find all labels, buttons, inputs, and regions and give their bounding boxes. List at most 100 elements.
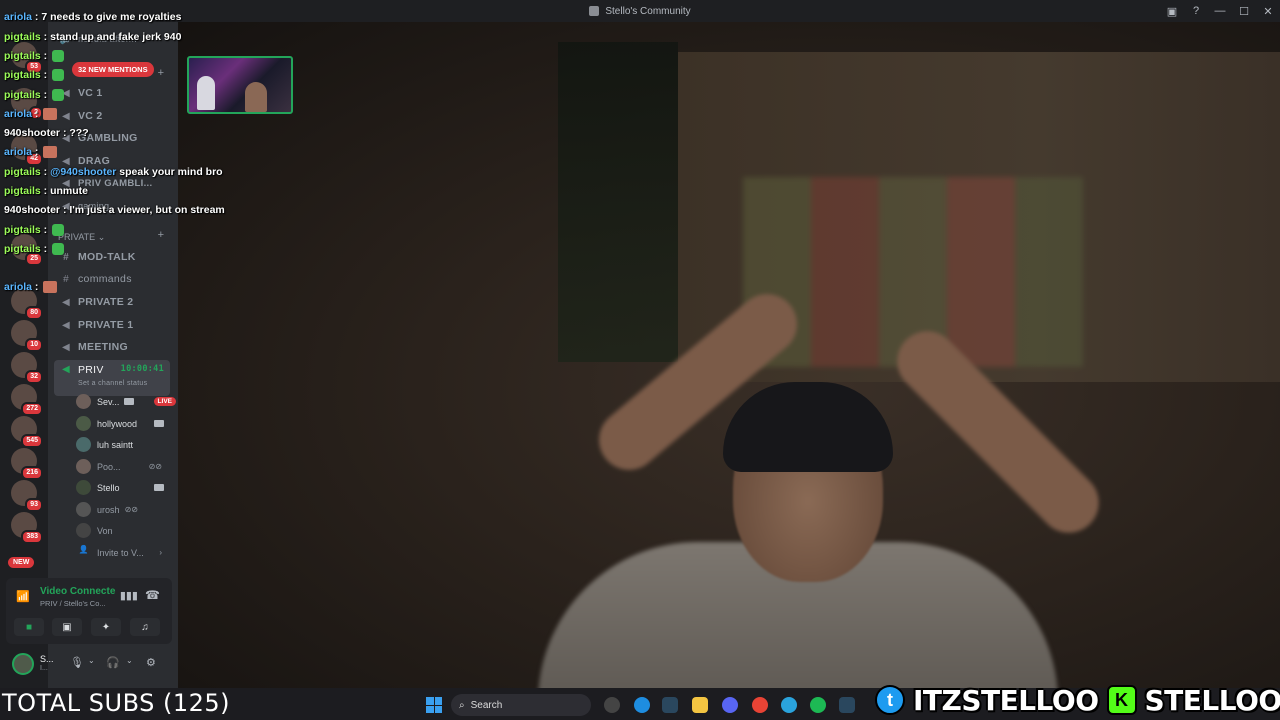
user-name[interactable]: S...: [40, 654, 54, 664]
file-explorer-icon[interactable]: [692, 697, 708, 713]
server-badge: 545: [21, 434, 43, 448]
signal-icon: 📶: [16, 591, 30, 603]
spotify-icon[interactable]: [810, 697, 826, 713]
new-mentions-pill[interactable]: 32 NEW MENTIONS: [72, 62, 154, 77]
server-icon[interactable]: 272: [11, 384, 43, 416]
speaker-icon: ◀: [62, 363, 70, 375]
invite-to-voice[interactable]: 👤 Invite to V... ›: [76, 545, 168, 560]
microphone-icon[interactable]: 🎙: [70, 656, 84, 669]
soundboard-button[interactable]: ♫: [130, 618, 160, 636]
server-icon[interactable]: 42: [11, 134, 43, 166]
voice-member[interactable]: Sev... LIVE: [76, 394, 176, 409]
chevron-down-icon[interactable]: ⌄: [88, 656, 95, 665]
voice-location[interactable]: PRIV / Stello's Co...: [40, 599, 106, 608]
channel-name: DRAG: [78, 155, 111, 167]
server-icon[interactable]: 10: [11, 320, 43, 352]
voice-member[interactable]: hollywood: [76, 416, 168, 431]
muted-icon: ⊘⊘: [124, 505, 138, 514]
server-badge: 93: [25, 498, 43, 512]
add-channel-icon[interactable]: +: [158, 229, 164, 241]
voice-member[interactable]: luh saintt: [76, 437, 168, 452]
avatar: [76, 394, 91, 409]
disconnect-icon[interactable]: ☎: [145, 588, 160, 602]
channel-item[interactable]: ◀ VC 2: [60, 110, 103, 122]
server-badge: 272: [21, 402, 43, 416]
channel-item[interactable]: ◀ gaming: [60, 201, 109, 212]
channel-item[interactable]: ◀ MEETING: [60, 341, 128, 353]
camera-button[interactable]: ■: [14, 618, 44, 636]
channel-name: GAMBLING: [78, 132, 138, 144]
avatar[interactable]: [12, 653, 34, 675]
channel-name: PRIV: [78, 364, 104, 376]
voice-member[interactable]: Von: [76, 523, 168, 538]
chrome-icon[interactable]: [752, 697, 768, 713]
speaker-icon: ◀: [62, 319, 70, 331]
chevron-right-icon: ›: [159, 548, 162, 557]
discord-logo-icon: [589, 6, 600, 16]
avatar: [76, 416, 91, 431]
category-label: PRIVATE: [58, 232, 96, 242]
channel-name: PRIVATE 1: [78, 319, 134, 331]
channel-item[interactable]: ◀ PRIVATE 2: [60, 296, 133, 308]
channel-item[interactable]: # MOD-TALK: [60, 251, 136, 263]
twitter-icon: t: [875, 685, 905, 715]
add-channel-icon[interactable]: +: [158, 67, 164, 79]
maximize-button[interactable]: ☐: [1232, 0, 1256, 22]
server-icon[interactable]: 32: [11, 352, 43, 384]
twitter-handle: ITZSTELLOO: [913, 683, 1099, 717]
steam-icon[interactable]: [662, 697, 678, 713]
voice-member[interactable]: Poo... ⊘⊘: [76, 459, 168, 474]
kick-icon: K: [1106, 685, 1137, 715]
server-icon[interactable]: 25: [11, 234, 43, 266]
telegram-icon[interactable]: [781, 697, 797, 713]
voice-status[interactable]: Video Connecte: [40, 586, 115, 597]
category-private[interactable]: PRIVATE ⌄: [58, 232, 105, 243]
server-icon[interactable]: 216: [11, 448, 43, 480]
server-icon[interactable]: 383: [11, 512, 43, 544]
minimize-button[interactable]: —: [1208, 0, 1232, 22]
activities-button[interactable]: ✦: [91, 618, 121, 636]
channel-item[interactable]: # commands: [60, 273, 132, 285]
picture-in-picture-video[interactable]: [187, 56, 293, 114]
server-icon[interactable]: 545: [11, 416, 43, 448]
server-icon[interactable]: 53: [11, 42, 43, 74]
edge-icon[interactable]: [634, 697, 650, 713]
window-titlebar: Stello's Community ▣ ? — ☐ ✕: [0, 0, 1280, 22]
server-badge: 383: [21, 530, 43, 544]
noise-suppression-icon[interactable]: ▮▮▮: [120, 589, 138, 602]
server-icon[interactable]: 2: [11, 88, 43, 120]
taskbar-search[interactable]: ⌕ Search: [451, 694, 591, 716]
server-icon[interactable]: 93: [11, 480, 43, 512]
video-stream[interactable]: [178, 22, 1280, 688]
voice-member[interactable]: urosh ⊘⊘: [76, 502, 168, 517]
channel-item[interactable]: 🔈 nebula after...: [60, 34, 137, 45]
headphones-icon[interactable]: 🎧: [106, 656, 120, 669]
channel-item-active[interactable]: ◀ PRIV 10:00:41 Set a channel status: [54, 360, 170, 396]
avatar: [76, 502, 91, 517]
window-title: Stello's Community: [605, 5, 691, 17]
voice-member[interactable]: Stello: [76, 480, 168, 495]
channel-item[interactable]: ◀ GAMBLING: [60, 132, 138, 144]
channel-item[interactable]: ◀ DRAG: [60, 155, 110, 167]
gear-icon[interactable]: ⚙: [146, 656, 156, 669]
channel-status[interactable]: Set a channel status: [78, 380, 147, 387]
screenshare-button[interactable]: ▣: [52, 618, 82, 636]
discord-icon[interactable]: [722, 697, 738, 713]
windows-start-icon[interactable]: [426, 697, 442, 713]
channel-name: MEETING: [78, 341, 128, 353]
channel-item[interactable]: ◀ PRIV GAMBLI...: [60, 178, 152, 189]
pip-person: [197, 76, 215, 110]
taskview-icon[interactable]: [604, 697, 620, 713]
search-icon: ⌕: [459, 699, 465, 711]
chevron-down-icon[interactable]: ⌄: [126, 656, 133, 665]
help-icon[interactable]: ?: [1184, 0, 1208, 22]
channel-name: PRIVATE 2: [78, 296, 134, 308]
user-status: I...: [40, 665, 48, 672]
inbox-icon[interactable]: ▣: [1160, 0, 1184, 22]
steam-icon[interactable]: [839, 697, 855, 713]
close-button[interactable]: ✕: [1256, 0, 1280, 22]
channel-item[interactable]: ◀ VC 1: [60, 87, 103, 99]
server-icon[interactable]: 80: [11, 288, 43, 320]
new-servers-pill[interactable]: NEW: [8, 557, 35, 568]
channel-item[interactable]: ◀ PRIVATE 1: [60, 319, 133, 331]
